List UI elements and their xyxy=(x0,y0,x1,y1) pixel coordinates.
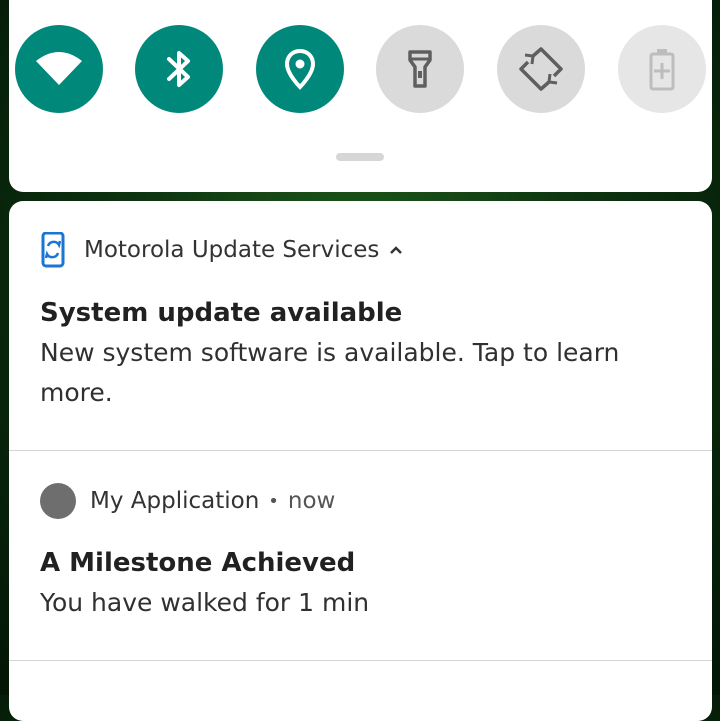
notification-title: System update available xyxy=(40,298,403,328)
divider xyxy=(9,660,712,661)
panel-drag-handle[interactable] xyxy=(336,153,384,161)
system-update-icon xyxy=(40,232,68,268)
notification-text: You have walked for 1 min xyxy=(40,588,370,617)
chevron-up-icon[interactable] xyxy=(389,245,403,255)
battery-saver-icon xyxy=(648,47,676,91)
auto-rotate-icon xyxy=(519,47,563,91)
notification-my-application[interactable]: My Application • now A Milestone Achieve… xyxy=(9,451,712,660)
notification-shade: Motorola Update Services System update a… xyxy=(9,201,712,721)
notification-header: Motorola Update Services xyxy=(40,232,403,268)
wifi-icon xyxy=(34,51,84,87)
notification-time: now xyxy=(287,488,336,514)
notification-app-name: My Application xyxy=(90,488,260,514)
bluetooth-tile[interactable] xyxy=(135,25,223,113)
notification-text: New system software is available. Tap to… xyxy=(40,338,620,407)
notification-title: A Milestone Achieved xyxy=(40,548,356,578)
location-tile[interactable] xyxy=(256,25,344,113)
notification-system-update[interactable]: Motorola Update Services System update a… xyxy=(9,201,712,450)
battery-saver-tile[interactable] xyxy=(618,25,706,113)
flashlight-icon xyxy=(407,48,433,90)
quick-settings-panel xyxy=(9,0,712,192)
app-avatar xyxy=(40,483,76,519)
auto-rotate-tile[interactable] xyxy=(497,25,585,113)
wifi-tile[interactable] xyxy=(15,25,103,113)
flashlight-tile[interactable] xyxy=(376,25,464,113)
bluetooth-icon xyxy=(164,47,194,91)
separator-dot: • xyxy=(268,490,279,512)
notification-header: My Application • now xyxy=(40,483,335,519)
location-icon xyxy=(284,48,316,90)
notification-app-name: Motorola Update Services xyxy=(84,237,380,263)
